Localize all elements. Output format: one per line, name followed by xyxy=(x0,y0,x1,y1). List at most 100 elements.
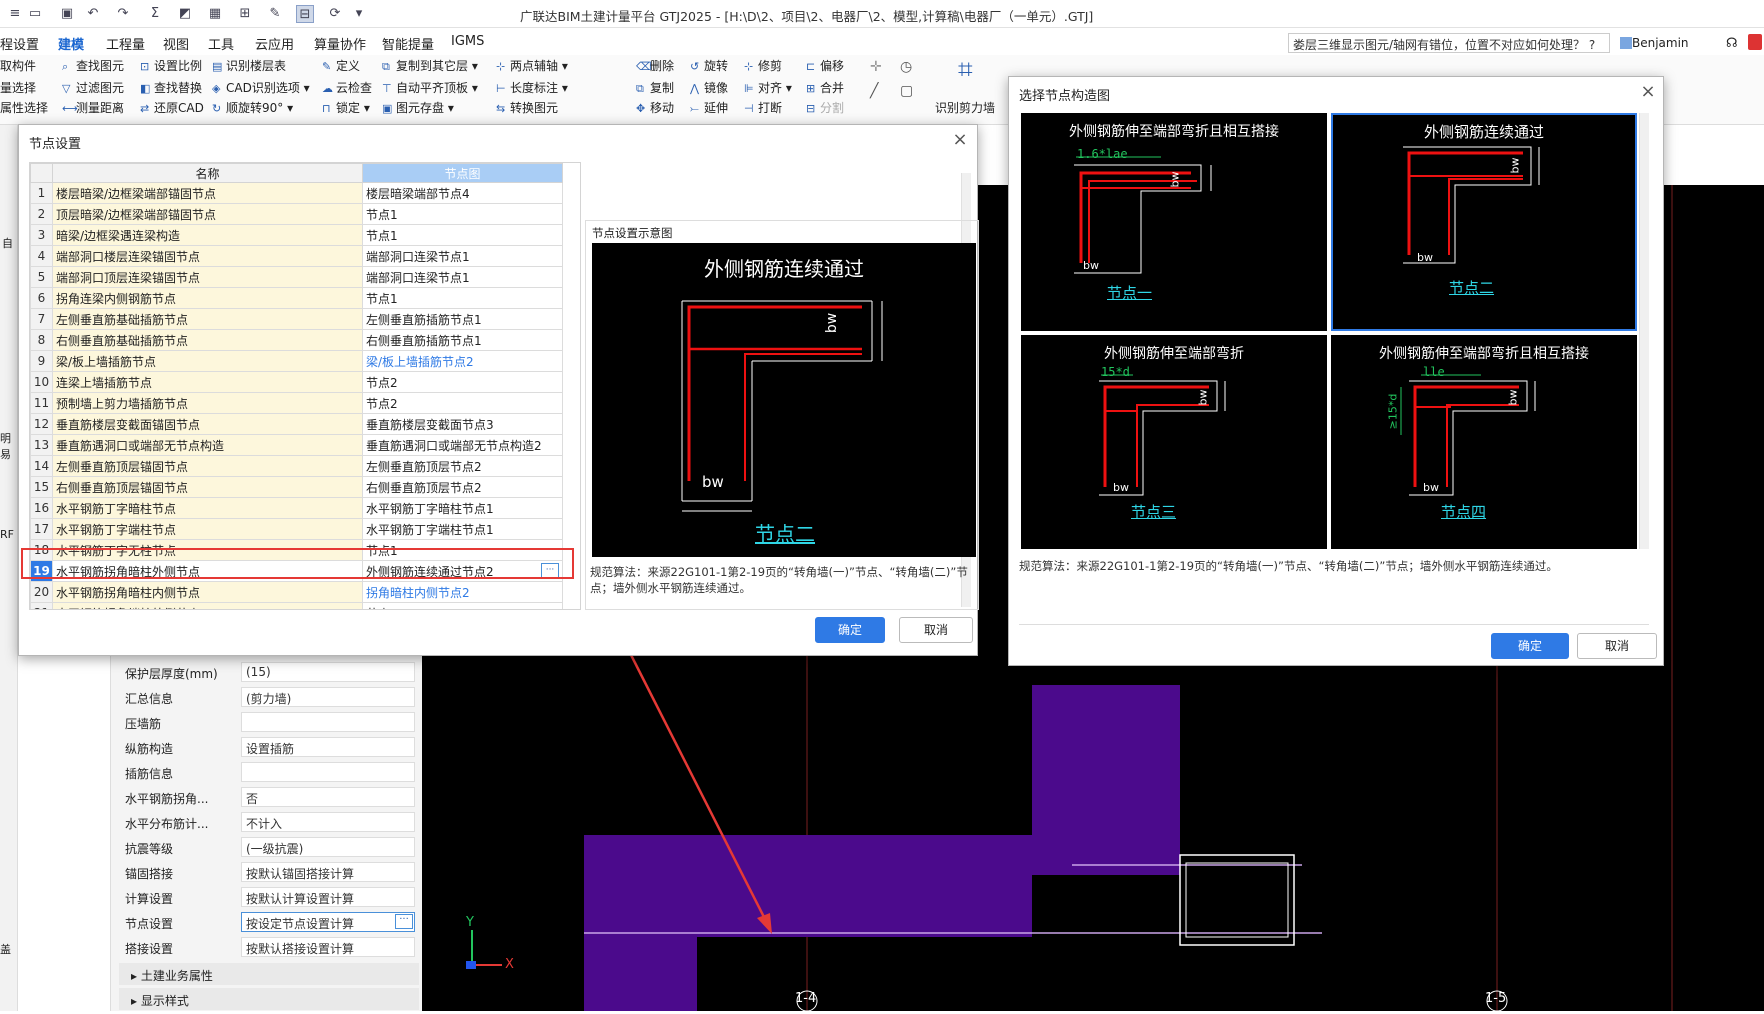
grid-icon[interactable]: ▦ xyxy=(206,5,224,23)
row-node-cell[interactable]: 节点2 xyxy=(362,602,563,609)
property-row[interactable]: 抗震等级 (一级抗震) xyxy=(119,836,419,858)
header-node[interactable]: 节点图 xyxy=(362,163,563,183)
redo-icon[interactable]: ↷ xyxy=(114,5,132,23)
table-row[interactable]: 3 暗梁/边框梁遇连梁构造 节点1 xyxy=(30,224,563,246)
user-account[interactable]: Benjamin xyxy=(1620,36,1689,50)
row-name-cell[interactable]: 端部洞口顶层连梁锚固节点 xyxy=(52,266,363,288)
close-icon[interactable]: × xyxy=(949,129,971,151)
table-row[interactable]: 11 预制墙上剪力墙插筋节点 节点2 xyxy=(30,392,563,414)
view-icon[interactable]: ◩ xyxy=(176,5,194,23)
row-name-cell[interactable]: 左侧垂直筋基础插筋节点 xyxy=(52,308,363,330)
menu-project-settings[interactable]: 程设置 xyxy=(0,34,39,53)
table-row[interactable]: 4 端部洞口楼层连梁锚固节点 端部洞口连梁节点1 xyxy=(30,245,563,267)
ribbon-cloud-check[interactable]: ☁ 云检查 xyxy=(322,79,372,96)
row-node-cell[interactable]: 水平钢筋丁字暗柱节点1 xyxy=(362,497,563,519)
row-node-cell[interactable]: 节点2 xyxy=(362,371,563,393)
app-menu-icon[interactable]: ≡ xyxy=(6,5,24,23)
row-name-cell[interactable]: 暗梁/边框梁遇连梁构造 xyxy=(52,224,363,246)
property-row[interactable]: 搭接设置 按默认搭接设置计算 xyxy=(119,936,419,958)
table-row[interactable]: 16 水平钢筋丁字暗柱节点 水平钢筋丁字暗柱节点1 xyxy=(30,497,563,519)
row-name-cell[interactable]: 连梁上墙插筋节点 xyxy=(52,371,363,393)
row-name-cell[interactable]: 楼层暗梁/边框梁端部锚固节点 xyxy=(52,182,363,204)
row-node-cell[interactable]: 端部洞口连梁节点1 xyxy=(362,266,563,288)
ribbon-copy-to-layer[interactable]: ⧉ 复制到其它层 ▾ xyxy=(382,57,478,74)
row-node-cell[interactable]: 节点1 xyxy=(362,224,563,246)
property-value[interactable] xyxy=(241,762,415,782)
table-row[interactable]: 20 水平钢筋拐角暗柱内侧节点 拐角暗柱内侧节点2 xyxy=(30,581,563,603)
node-setting-more-button[interactable]: ··· xyxy=(395,914,413,929)
table-row[interactable]: 5 端部洞口顶层连梁锚固节点 端部洞口连梁节点1 xyxy=(30,266,563,288)
select-dialog-cancel-button[interactable]: 取消 xyxy=(1577,633,1657,659)
sync-icon[interactable]: ⟳ xyxy=(326,5,344,23)
ribbon-split[interactable]: ⊟ 分割 xyxy=(806,99,844,116)
close-icon[interactable]: × xyxy=(1637,81,1659,103)
select-dialog-ok-button[interactable]: 确定 xyxy=(1491,633,1569,659)
property-row[interactable]: 计算设置 按默认计算设置计算 xyxy=(119,886,419,908)
property-value[interactable]: 不计入 xyxy=(241,812,415,832)
row-name-cell[interactable]: 水平钢筋拐角暗柱内侧节点 xyxy=(52,581,363,603)
property-row[interactable]: 纵筋构造 设置插筋 xyxy=(119,736,419,758)
line-icon[interactable]: ╱ xyxy=(870,83,878,99)
identify-wall-icon[interactable]: ⌗ xyxy=(958,55,973,86)
ribbon-set-scale[interactable]: ⊡ 设置比例 xyxy=(140,57,202,74)
menu-cloud[interactable]: 云应用 xyxy=(255,34,294,53)
row-node-cell[interactable]: 端部洞口连梁节点1 xyxy=(362,245,563,267)
ribbon-align[interactable]: ⊫ 对齐 ▾ xyxy=(744,79,792,96)
table-row[interactable]: 15 右侧垂直筋顶层锚固节点 右侧垂直筋顶层节点2 xyxy=(30,476,563,498)
row-node-cell[interactable]: 水平钢筋丁字端柱节点1 xyxy=(362,518,563,540)
headset-icon[interactable]: ☊ xyxy=(1726,36,1738,51)
table-row[interactable]: 10 连梁上墙插筋节点 节点2 xyxy=(30,371,563,393)
table-row[interactable]: 2 顶层暗梁/边框梁端部锚固节点 节点1 xyxy=(30,203,563,225)
row-name-cell[interactable]: 右侧垂直筋基础插筋节点 xyxy=(52,329,363,351)
menu-quantity[interactable]: 工程量 xyxy=(106,34,145,53)
ribbon-two-point-axis[interactable]: ⊹ 两点辅轴 ▾ xyxy=(496,57,568,74)
ribbon-mirror[interactable]: ⋀ 镜像 xyxy=(690,79,728,96)
row-name-cell[interactable]: 左侧垂直筋顶层锚固节点 xyxy=(52,455,363,477)
table-row[interactable]: 6 拐角连梁内侧钢筋节点 节点1 xyxy=(30,287,563,309)
menu-collab[interactable]: 算量协作 xyxy=(314,34,366,53)
property-value[interactable]: (剪力墙) xyxy=(241,687,415,707)
ribbon-delete[interactable]: ⌫删除 xyxy=(636,57,674,74)
row-name-cell[interactable]: 垂直筋遇洞口或端部无节点构造 xyxy=(52,434,363,456)
header-name[interactable]: 名称 xyxy=(52,163,363,183)
row-node-cell[interactable]: 拐角暗柱内侧节点2 xyxy=(362,581,563,603)
ribbon-identify-floor-table[interactable]: ▤ 识别楼层表 xyxy=(212,57,286,74)
row-name-cell[interactable]: 预制墙上剪力墙插筋节点 xyxy=(52,392,363,414)
property-row[interactable]: 压墙筋 xyxy=(119,711,419,733)
menu-smart-extract[interactable]: 智能提量 xyxy=(382,34,434,53)
layout-icon[interactable]: ⊞ xyxy=(236,5,254,23)
node-option-tile[interactable]: 外侧钢筋伸至端部弯折 15*d bw bw 节点三 xyxy=(1021,335,1327,549)
property-value[interactable]: 设置插筋 xyxy=(241,737,415,757)
formula-icon[interactable]: Σ xyxy=(146,5,164,23)
row-name-cell[interactable]: 水平钢筋丁字暗柱节点 xyxy=(52,497,363,519)
ribbon-length-dimension[interactable]: ⊢ 长度标注 ▾ xyxy=(496,79,568,96)
ribbon-copy[interactable]: ⧉ 复制 xyxy=(636,79,674,96)
node-option-tile[interactable]: 外侧钢筋伸至端部弯折且相互搭接 1.6*lae bw bw 节点一 xyxy=(1021,113,1327,331)
ribbon-measure[interactable]: ⟷测量距离 xyxy=(62,99,124,116)
wall-shape[interactable] xyxy=(584,685,1180,1011)
menu-modeling[interactable]: 建模 xyxy=(58,34,85,57)
property-row[interactable]: 保护层厚度(mm) (15) xyxy=(119,661,419,683)
open-icon[interactable]: ▭ xyxy=(26,5,44,23)
ribbon-rotate[interactable]: ↺ 旋转 xyxy=(690,57,728,74)
table-row[interactable]: 12 垂直筋楼层变截面锚固节点 垂直筋楼层变截面节点3 xyxy=(30,413,563,435)
snap-icon[interactable]: ✛ xyxy=(870,59,882,75)
property-row[interactable]: 汇总信息 (剪力墙) xyxy=(119,686,419,708)
clock-icon[interactable]: ◷ xyxy=(900,59,912,75)
ribbon-batch-select[interactable]: 量选择 xyxy=(0,79,36,96)
undo-icon[interactable]: ↶ xyxy=(84,5,102,23)
row-node-cell[interactable]: 节点1 xyxy=(362,287,563,309)
row-name-cell[interactable]: 拐角连梁内侧钢筋节点 xyxy=(52,287,363,309)
ribbon-define[interactable]: ✎ 定义 xyxy=(322,57,360,74)
node-dialog-cancel-button[interactable]: 取消 xyxy=(899,617,973,643)
ribbon-auto-align-top[interactable]: ⊤ 自动平齐顶板 ▾ xyxy=(382,79,478,96)
save-icon[interactable]: ▣ xyxy=(58,5,76,23)
ribbon-pick-component[interactable]: 取构件 xyxy=(0,57,36,74)
row-node-cell[interactable]: 垂直筋楼层变截面节点3 xyxy=(362,413,563,435)
table-row[interactable]: 14 左侧垂直筋顶层锚固节点 左侧垂直筋顶层节点2 xyxy=(30,455,563,477)
row-node-cell[interactable]: 节点1 xyxy=(362,203,563,225)
table-row[interactable]: 9 梁/板上墙插筋节点 梁/板上墙插筋节点2 xyxy=(30,350,563,372)
property-value[interactable]: (一级抗震) xyxy=(241,837,415,857)
property-row[interactable]: 水平钢筋拐角... 否 xyxy=(119,786,419,808)
ribbon-find-element[interactable]: ⌕ 查找图元 xyxy=(62,57,124,74)
